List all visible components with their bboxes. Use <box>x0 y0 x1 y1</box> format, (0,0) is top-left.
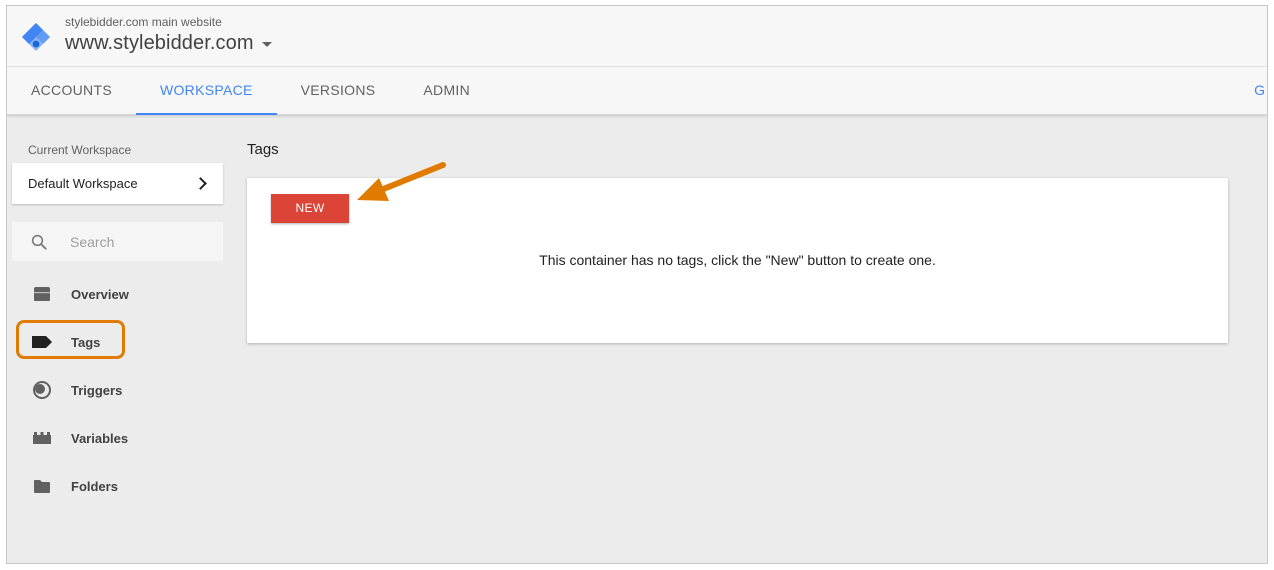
main-tabs: ACCOUNTS WORKSPACE VERSIONS ADMIN <box>7 67 494 115</box>
sidebar-item-folders[interactable]: Folders <box>7 462 227 510</box>
container-name[interactable]: www.stylebidder.com <box>65 32 254 55</box>
tab-right-truncated[interactable]: G <box>1254 67 1265 114</box>
tab-workspace[interactable]: WORKSPACE <box>135 67 277 115</box>
variables-icon <box>31 427 53 449</box>
caret-down-icon[interactable] <box>261 42 272 47</box>
top-bar: stylebidder.com main website www.stylebi… <box>7 6 1267 115</box>
tag-manager-logo[interactable] <box>21 22 51 52</box>
current-workspace-label: Current Workspace <box>28 143 132 157</box>
empty-state-message: This container has no tags, click the "N… <box>539 252 936 268</box>
account-name: stylebidder.com main website <box>65 15 222 29</box>
workspace-name: Default Workspace <box>28 176 138 191</box>
overview-icon <box>31 283 53 305</box>
sidebar-item-label: Variables <box>71 430 129 446</box>
sidebar-item-label: Triggers <box>71 382 123 398</box>
arrow-annotation-icon <box>357 162 446 201</box>
folder-icon <box>31 475 53 497</box>
sidebar-search[interactable] <box>12 222 223 261</box>
search-input[interactable] <box>68 232 202 251</box>
trigger-icon <box>31 379 53 401</box>
sidebar-item-overview[interactable]: Overview <box>7 270 227 318</box>
tab-admin[interactable]: ADMIN <box>399 67 494 114</box>
new-tag-button[interactable]: NEW <box>271 194 349 223</box>
tab-accounts[interactable]: ACCOUNTS <box>7 67 136 114</box>
tab-versions[interactable]: VERSIONS <box>277 67 400 114</box>
container-selector[interactable]: www.stylebidder.com <box>65 32 272 55</box>
workspace-selector[interactable]: Default Workspace <box>12 163 223 204</box>
app-window: stylebidder.com main website www.stylebi… <box>6 5 1268 564</box>
sidebar-item-triggers[interactable]: Triggers <box>7 366 227 414</box>
sidebar-item-label: Folders <box>71 478 118 494</box>
sidebar-item-label: Overview <box>71 286 129 302</box>
search-icon <box>31 234 47 250</box>
page-title: Tags <box>247 141 279 158</box>
sidebar-item-variables[interactable]: Variables <box>7 414 227 462</box>
chevron-right-icon <box>194 177 207 190</box>
tags-highlight-annotation <box>16 320 125 359</box>
